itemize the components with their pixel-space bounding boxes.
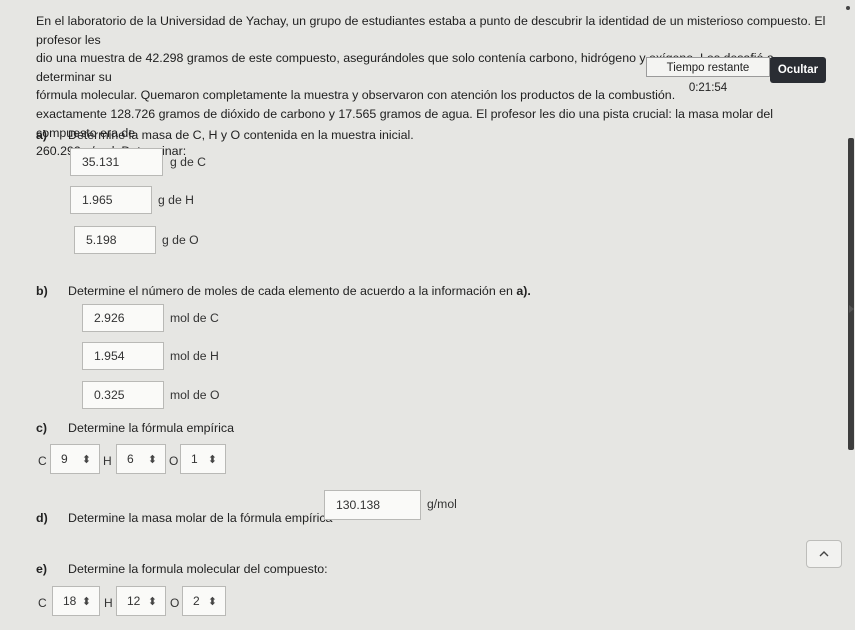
molecular-c-label: C [38, 596, 47, 610]
molecular-h-value: 12 [127, 594, 141, 608]
moles-c-unit: mol de C [170, 311, 219, 325]
part-c-text: Determine la fórmula empírica [68, 421, 234, 435]
molecular-o-label: O [170, 596, 180, 610]
part-b-text: Determine el número de moles de cada ele… [68, 284, 531, 298]
part-b-text-ref: a). [516, 284, 531, 298]
empirical-o-label: O [169, 454, 179, 468]
moles-h-unit: mol de H [170, 349, 219, 363]
empirical-o-value: 1 [191, 452, 198, 466]
mass-c-input[interactable]: 35.131 [70, 148, 163, 176]
empirical-c-label: C [38, 454, 47, 468]
updown-arrow-icon: ⬍ [81, 453, 91, 466]
part-e-letter: e) [36, 562, 48, 576]
part-e-text: Determine la formula molecular del compu… [68, 562, 328, 576]
part-a-letter: a) [36, 128, 48, 142]
updown-arrow-icon: ⬍ [147, 595, 157, 608]
part-b-text-main: Determine el número de moles de cada ele… [68, 284, 513, 298]
empirical-c-select[interactable]: 9 ⬍ [50, 444, 100, 474]
empirical-c-value: 9 [61, 452, 68, 466]
timer-display: Tiempo restante 0:21:54 [646, 57, 770, 94]
chevron-up-icon [819, 551, 829, 557]
molecular-o-select[interactable]: 2 ⬍ [182, 586, 226, 616]
moles-c-input[interactable]: 2.926 [82, 304, 164, 332]
updown-arrow-icon: ⬍ [81, 595, 91, 608]
mass-o-unit: g de O [162, 233, 199, 247]
molecular-c-select[interactable]: 18 ⬍ [52, 586, 100, 616]
moles-h-input[interactable]: 1.954 [82, 342, 164, 370]
updown-arrow-icon: ⬍ [207, 595, 217, 608]
menu-dot-icon [846, 6, 850, 10]
part-c-letter: c) [36, 421, 48, 435]
hide-timer-button[interactable]: Ocultar [770, 57, 826, 83]
caret-right-icon [849, 305, 854, 313]
empirical-h-label: H [103, 454, 112, 468]
molecular-o-value: 2 [193, 594, 200, 608]
scrollbar[interactable] [848, 138, 854, 450]
updown-arrow-icon: ⬍ [147, 453, 157, 466]
empirical-h-select[interactable]: 6 ⬍ [116, 444, 166, 474]
part-d-text: Determine la masa molar de la fórmula em… [68, 511, 340, 525]
empirical-molar-mass-input[interactable]: 130.138 [324, 490, 421, 520]
molecular-h-label: H [104, 596, 113, 610]
empirical-o-select[interactable]: 1 ⬍ [180, 444, 226, 474]
problem-line: En el laboratorio de la Universidad de Y… [36, 14, 826, 47]
empirical-molar-mass-unit: g/mol [427, 497, 457, 511]
molecular-c-value: 18 [63, 594, 77, 608]
moles-o-input[interactable]: 0.325 [82, 381, 164, 409]
mass-c-unit: g de C [170, 155, 206, 169]
mass-h-input[interactable]: 1.965 [70, 186, 152, 214]
part-b-letter: b) [36, 284, 48, 298]
molecular-h-select[interactable]: 12 ⬍ [116, 586, 166, 616]
part-d-letter: d) [36, 511, 48, 525]
updown-arrow-icon: ⬍ [207, 453, 217, 466]
empirical-h-value: 6 [127, 452, 134, 466]
mass-o-input[interactable]: 5.198 [74, 226, 156, 254]
scroll-to-top-button[interactable] [806, 540, 842, 568]
part-a-text: Determine la masa de C, H y O contenida … [68, 128, 414, 142]
mass-h-unit: g de H [158, 193, 194, 207]
moles-o-unit: mol de O [170, 388, 220, 402]
